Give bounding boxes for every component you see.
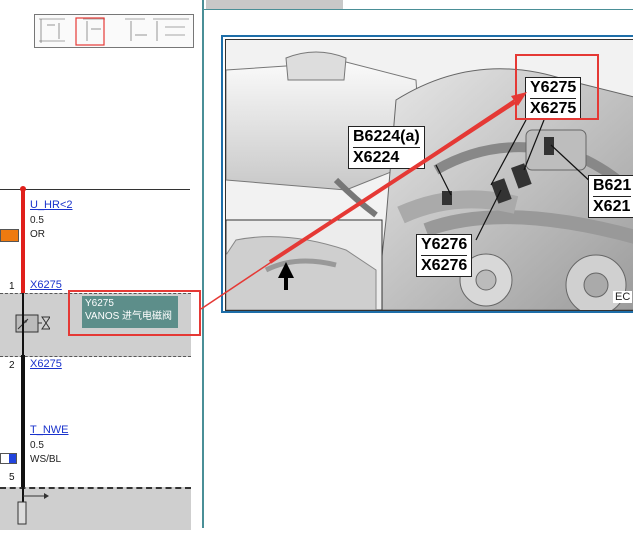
highlight-connector-arrow bbox=[200, 92, 527, 310]
